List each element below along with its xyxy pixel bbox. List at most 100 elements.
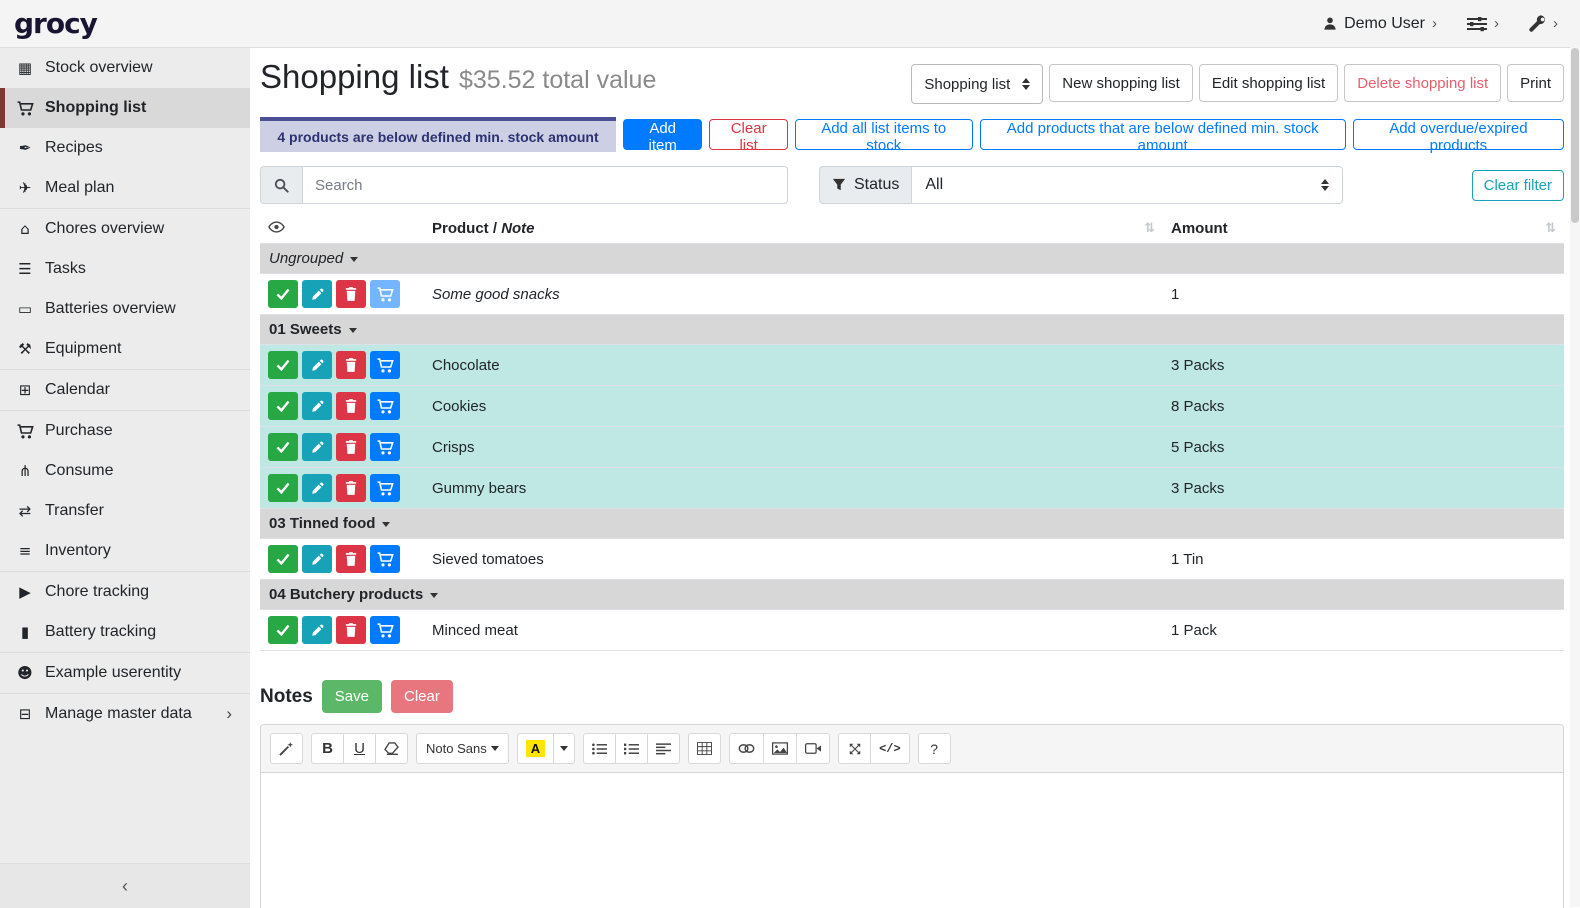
product-cell: Minced meat [424, 610, 1163, 651]
add-to-stock-button[interactable] [370, 351, 400, 379]
unordered-list-button[interactable] [583, 733, 616, 764]
edit-item-button[interactable] [302, 474, 332, 502]
add-to-stock-button[interactable] [370, 474, 400, 502]
add-to-stock-button[interactable] [370, 545, 400, 573]
clear-notes-button[interactable]: Clear [391, 680, 453, 713]
sidebar-item-stock-overview[interactable]: ▦Stock overview [0, 48, 250, 88]
clear-formatting-button[interactable] [375, 733, 408, 764]
sidebar-item-recipes[interactable]: ✒Recipes [0, 128, 250, 168]
scrollbar[interactable] [1570, 47, 1580, 907]
settings-menu[interactable]: › [1467, 15, 1499, 32]
delete-item-button[interactable] [336, 433, 366, 461]
clear-list-button[interactable]: Clear list [709, 119, 788, 150]
add-all-to-stock-button[interactable]: Add all list items to stock [795, 119, 973, 150]
add-to-stock-button[interactable] [370, 392, 400, 420]
font-family-select[interactable]: Noto Sans [416, 733, 509, 764]
sidebar-item-batteries-overview[interactable]: ▭Batteries overview [0, 289, 250, 329]
group-header-03-tinned-food[interactable]: 03 Tinned food [260, 509, 1564, 539]
sidebar-item-inventory[interactable]: ≡Inventory [0, 531, 250, 571]
sidebar-item-example-userentity[interactable]: ☻Example userentity [0, 653, 250, 693]
insert-table-button[interactable] [688, 733, 721, 764]
fullscreen-button[interactable] [838, 733, 871, 764]
ordered-list-button[interactable] [615, 733, 648, 764]
add-overdue-button[interactable]: Add overdue/expired products [1353, 119, 1564, 150]
shopping-list-select[interactable]: Shopping list [911, 64, 1043, 104]
mark-done-button[interactable] [268, 474, 298, 502]
color-dropdown-button[interactable] [553, 733, 575, 764]
edit-item-button[interactable] [302, 280, 332, 308]
edit-item-button[interactable] [302, 351, 332, 379]
delete-item-button[interactable] [336, 280, 366, 308]
wrench-icon [1529, 15, 1546, 32]
delete-shopping-list-button[interactable]: Delete shopping list [1344, 64, 1501, 102]
add-to-stock-button[interactable] [370, 433, 400, 461]
shopping-list-item-row: Some good snacks1 [260, 274, 1564, 315]
edit-item-button[interactable] [302, 433, 332, 461]
group-header-01-sweets[interactable]: 01 Sweets [260, 315, 1564, 345]
codeview-button[interactable]: </> [870, 733, 910, 764]
mark-done-button[interactable] [268, 545, 298, 573]
sidebar-item-battery-tracking[interactable]: ▮Battery tracking [0, 612, 250, 652]
sidebar-item-manage-master-data[interactable]: ⊟Manage master data› [0, 694, 250, 734]
help-button[interactable]: ? [918, 733, 951, 764]
add-to-stock-button[interactable] [370, 616, 400, 644]
delete-item-button[interactable] [336, 545, 366, 573]
check-icon [276, 359, 290, 371]
sidebar-item-shopping-list[interactable]: Shopping list [0, 88, 250, 128]
style-magic-button[interactable] [270, 733, 303, 764]
insert-link-button[interactable] [729, 733, 764, 764]
below-min-stock-alert[interactable]: 4 products are below defined min. stock … [260, 117, 616, 152]
chevron-left-icon: ‹ [122, 876, 128, 897]
delete-item-button[interactable] [336, 392, 366, 420]
sidebar-collapse-button[interactable]: ‹ [0, 863, 250, 908]
edit-item-button[interactable] [302, 392, 332, 420]
notes-editor-area[interactable] [261, 773, 1563, 908]
user-menu[interactable]: Demo User › [1323, 15, 1437, 33]
status-select[interactable]: All [911, 166, 1343, 204]
status-filter-prepend: Status [819, 166, 911, 204]
search-input[interactable] [302, 166, 788, 204]
mark-done-button[interactable] [268, 392, 298, 420]
grocy-logo[interactable]: grocy [14, 7, 97, 40]
sidebar-item-chore-tracking[interactable]: ▶Chore tracking [0, 572, 250, 612]
sidebar-item-chores-overview[interactable]: ⌂Chores overview [0, 209, 250, 249]
sidebar-item-calendar[interactable]: ⊞Calendar [0, 370, 250, 410]
group-header-04-butchery-products[interactable]: 04 Butchery products [260, 580, 1564, 610]
clear-filter-button[interactable]: Clear filter [1472, 170, 1564, 201]
sidebar-item-equipment[interactable]: ⚒Equipment [0, 329, 250, 369]
new-shopping-list-button[interactable]: New shopping list [1049, 64, 1193, 102]
delete-item-button[interactable] [336, 351, 366, 379]
scrollbar-thumb[interactable] [1571, 48, 1579, 223]
add-item-button[interactable]: Add item [623, 119, 702, 150]
save-notes-button[interactable]: Save [322, 680, 382, 713]
admin-menu[interactable]: › [1529, 15, 1558, 32]
delete-item-button[interactable] [336, 474, 366, 502]
sort-icon[interactable]: ⇅ [1144, 221, 1155, 236]
paragraph-align-button[interactable] [647, 733, 680, 764]
sidebar-item-purchase[interactable]: Purchase [0, 411, 250, 451]
sidebar-item-consume[interactable]: ⋔Consume [0, 451, 250, 491]
shopping-list-table: Product / Note ⇅ Amount ⇅ UngroupedSome … [260, 214, 1564, 651]
edit-item-button[interactable] [302, 616, 332, 644]
insert-picture-button[interactable] [763, 733, 797, 764]
mark-done-button[interactable] [268, 433, 298, 461]
mark-done-button[interactable] [268, 616, 298, 644]
add-to-stock-button[interactable] [370, 280, 400, 308]
sidebar-item-transfer[interactable]: ⇄Transfer [0, 491, 250, 531]
mark-done-button[interactable] [268, 351, 298, 379]
mark-done-button[interactable] [268, 280, 298, 308]
insert-video-button[interactable] [796, 733, 830, 764]
edit-item-button[interactable] [302, 545, 332, 573]
sidebar-item-meal-plan[interactable]: ✈Meal plan [0, 168, 250, 208]
sidebar-item-tasks[interactable]: ☰Tasks [0, 249, 250, 289]
print-button[interactable]: Print [1507, 64, 1564, 102]
add-below-min-stock-button[interactable]: Add products that are below defined min.… [980, 119, 1346, 150]
edit-shopping-list-button[interactable]: Edit shopping list [1199, 64, 1338, 102]
underline-button[interactable]: U [343, 733, 376, 764]
toggle-done-items-button[interactable] [268, 221, 285, 233]
highlight-color-button[interactable]: A [517, 733, 554, 764]
group-header-ungrouped[interactable]: Ungrouped [260, 244, 1564, 274]
sort-icon[interactable]: ⇅ [1545, 221, 1556, 236]
bold-button[interactable]: B [311, 733, 344, 764]
delete-item-button[interactable] [336, 616, 366, 644]
